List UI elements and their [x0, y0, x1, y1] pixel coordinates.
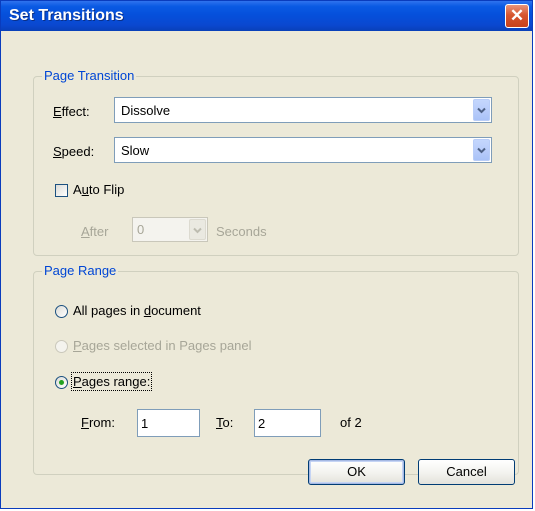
page-transition-legend: Page Transition — [42, 68, 137, 83]
after-label: After — [81, 224, 109, 239]
auto-flip-label[interactable]: Auto Flip — [73, 182, 124, 197]
pages-range-radio[interactable] — [55, 376, 68, 389]
effect-dropdown-arrow[interactable] — [473, 99, 490, 121]
title-bar[interactable]: Set Transitions ✕ — [1, 1, 532, 31]
after-dropdown-arrow — [189, 219, 206, 240]
pages-selected-radio — [55, 340, 68, 353]
after-seconds-dropdown: 0 — [132, 217, 208, 242]
close-icon: ✕ — [509, 6, 525, 25]
ok-button[interactable]: OK — [308, 459, 405, 485]
effect-value: Dissolve — [121, 103, 171, 118]
page-count-label: of 2 — [340, 415, 362, 430]
chevron-down-icon — [193, 227, 202, 234]
cancel-button[interactable]: Cancel — [418, 459, 515, 485]
pages-range-label[interactable]: Pages range: — [70, 372, 153, 391]
page-range-legend: Page Range — [42, 263, 119, 278]
from-input[interactable] — [137, 409, 200, 437]
speed-label: Speed: — [53, 144, 95, 159]
dialog-body: Page Transition Effect: Dissolve Speed: … — [4, 31, 529, 505]
pages-selected-label: Pages selected in Pages panel — [73, 338, 252, 353]
chevron-down-icon — [477, 147, 486, 154]
all-pages-label[interactable]: All pages in document — [73, 303, 201, 318]
radio-selected-dot — [59, 380, 64, 385]
page-transition-group: Page Transition Effect: Dissolve Speed: … — [33, 68, 519, 256]
auto-flip-checkbox[interactable] — [55, 184, 68, 197]
speed-dropdown[interactable]: Slow — [114, 137, 492, 163]
from-label: From: — [81, 415, 115, 430]
seconds-label: Seconds — [216, 224, 267, 239]
all-pages-radio[interactable] — [55, 305, 68, 318]
page-range-group: Page Range All pages in document Pages s… — [33, 263, 519, 475]
to-input[interactable] — [254, 409, 321, 437]
dialog-title: Set Transitions — [9, 7, 124, 24]
close-button[interactable]: ✕ — [505, 4, 529, 28]
speed-value: Slow — [121, 143, 150, 158]
chevron-down-icon — [477, 107, 486, 114]
effect-dropdown[interactable]: Dissolve — [114, 97, 492, 123]
to-label: To: — [216, 415, 234, 430]
speed-dropdown-arrow[interactable] — [473, 139, 490, 161]
set-transitions-dialog: Set Transitions ✕ Page Transition Effect… — [0, 0, 533, 509]
after-value: 0 — [137, 222, 145, 237]
effect-label: Effect: — [53, 104, 90, 119]
